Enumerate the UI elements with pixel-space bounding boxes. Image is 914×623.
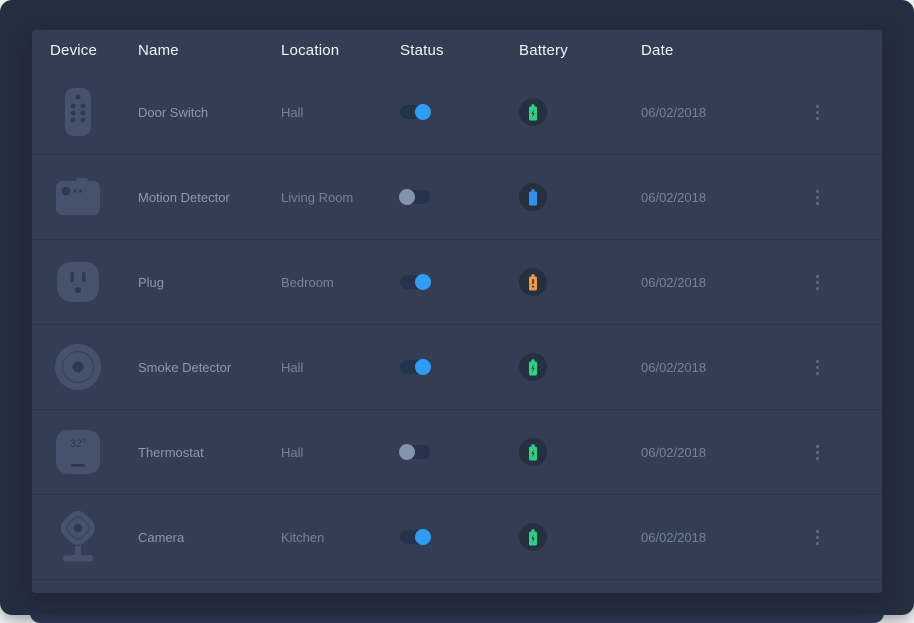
device-name: Motion Detector (138, 190, 281, 205)
camera-icon (50, 507, 106, 567)
kebab-menu-icon[interactable] (807, 525, 827, 549)
table-row: Door Switch Hall 06/02/2018 (32, 70, 882, 155)
status-toggle[interactable] (400, 530, 430, 544)
battery-charging-icon (519, 438, 547, 466)
thermostat-reading: 32° (70, 438, 87, 450)
device-location: Hall (281, 445, 400, 460)
column-header-device: Device (50, 42, 138, 59)
status-toggle[interactable] (400, 445, 430, 459)
table-header-row: Device Name Location Status Battery Date (32, 30, 882, 70)
device-date: 06/02/2018 (641, 360, 807, 375)
toggle-knob (415, 104, 431, 120)
motion-detector-icon (50, 167, 106, 227)
smoke-detector-icon (50, 337, 106, 397)
table-row: Smoke Detector Hall 06/02/2018 (32, 325, 882, 410)
battery-charging-icon (519, 523, 547, 551)
column-header-date: Date (641, 42, 807, 59)
column-header-battery: Battery (519, 42, 641, 59)
battery-alert-icon (519, 268, 547, 296)
toggle-knob (415, 359, 431, 375)
column-header-location: Location (281, 42, 400, 59)
battery-charging-icon (519, 98, 547, 126)
device-date: 06/02/2018 (641, 275, 807, 290)
status-toggle[interactable] (400, 190, 430, 204)
table-row: Plug Bedroom 06/02/2018 (32, 240, 882, 325)
device-location: Living Room (281, 190, 400, 205)
kebab-menu-icon[interactable] (807, 100, 827, 124)
column-header-status: Status (400, 42, 519, 59)
status-toggle[interactable] (400, 105, 430, 119)
device-name: Door Switch (138, 105, 281, 120)
device-table: Device Name Location Status Battery Date… (32, 30, 882, 593)
column-header-name: Name (138, 42, 281, 59)
thermostat-icon: 32° (50, 422, 106, 482)
device-location: Hall (281, 360, 400, 375)
kebab-menu-icon[interactable] (807, 270, 827, 294)
remote-control-icon (50, 82, 106, 142)
kebab-menu-icon[interactable] (807, 355, 827, 379)
table-row: Motion Detector Living Room 06/02/2018 (32, 155, 882, 240)
device-name: Camera (138, 530, 281, 545)
toggle-knob (399, 189, 415, 205)
kebab-menu-icon[interactable] (807, 440, 827, 464)
toggle-knob (415, 274, 431, 290)
battery-full-icon (519, 183, 547, 211)
device-location: Kitchen (281, 530, 400, 545)
device-location: Bedroom (281, 275, 400, 290)
status-toggle[interactable] (400, 360, 430, 374)
toggle-knob (415, 529, 431, 545)
table-row: Camera Kitchen 06/02/2018 (32, 495, 882, 580)
device-date: 06/02/2018 (641, 445, 807, 460)
device-date: 06/02/2018 (641, 190, 807, 205)
app-window: Device Name Location Status Battery Date… (0, 0, 914, 623)
device-location: Hall (281, 105, 400, 120)
device-name: Plug (138, 275, 281, 290)
kebab-menu-icon[interactable] (807, 185, 827, 209)
plug-icon (50, 252, 106, 312)
device-date: 06/02/2018 (641, 105, 807, 120)
battery-charging-icon (519, 353, 547, 381)
device-name: Smoke Detector (138, 360, 281, 375)
toggle-knob (399, 444, 415, 460)
device-name: Thermostat (138, 445, 281, 460)
status-toggle[interactable] (400, 275, 430, 289)
table-row: 32° Thermostat Hall 06/02/2018 (32, 410, 882, 495)
device-date: 06/02/2018 (641, 530, 807, 545)
